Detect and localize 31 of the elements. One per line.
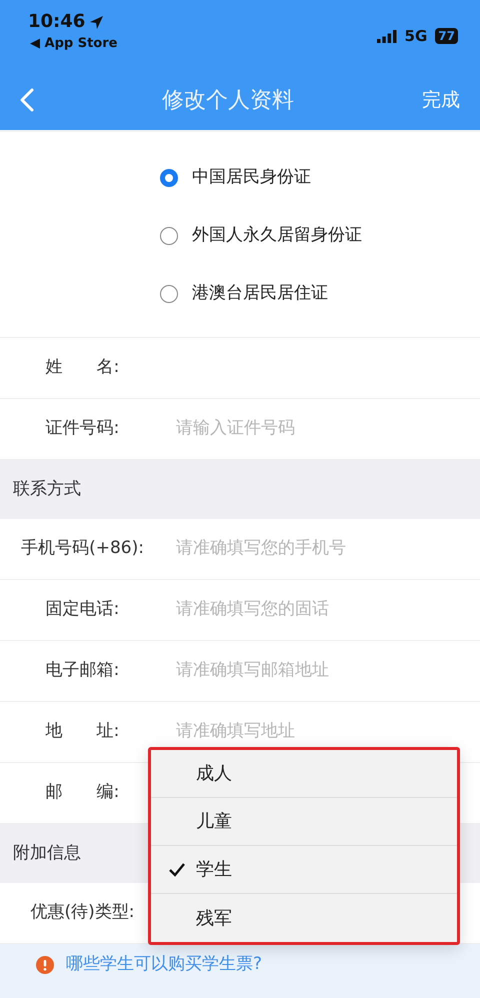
input-field[interactable]: 请准确填写地址 (176, 719, 466, 745)
menu-option[interactable]: 成人 (151, 750, 457, 798)
page-title: 修改个人资料 (162, 86, 294, 114)
field-label: 邮 编: (44, 781, 120, 804)
field-label: 固定电话: (44, 598, 120, 622)
field-label: 电子邮箱: (44, 659, 120, 682)
status-time: 10:46 (28, 10, 86, 34)
menu-option[interactable]: 残军 (151, 894, 457, 942)
location-icon (89, 14, 104, 30)
field-label: 姓 名: (44, 356, 120, 380)
field-label: 优惠(待)类型: (30, 901, 136, 924)
menu-option[interactable]: 儿童 (151, 798, 457, 846)
radio-option[interactable]: 中国居民身份证 (160, 149, 311, 207)
check-icon (168, 862, 186, 878)
battery-icon: 77 (435, 28, 458, 44)
field-label: 手机号码(+86): (20, 537, 145, 560)
back-icon[interactable] (20, 88, 34, 112)
menu-option[interactable]: 学生 (151, 846, 457, 894)
input-field[interactable]: 请准确填写您的手机号 (176, 536, 466, 562)
back-to-app-link[interactable]: ◀ App Store (14, 34, 118, 54)
input-field[interactable]: 请准确填写您的固话 (176, 597, 466, 623)
radio-option[interactable]: 外国人永久居留身份证 (160, 207, 362, 265)
signal-icon (376, 30, 397, 42)
field-label: 证件号码: (44, 417, 120, 440)
warning-icon (36, 956, 54, 974)
network-label: 5G (404, 26, 428, 47)
section-header: 联系方式 (0, 460, 480, 519)
field-label: 地 址: (44, 720, 120, 744)
input-field[interactable]: 请输入证件号码 (176, 416, 466, 442)
input-field[interactable]: 请准确填写邮箱地址 (176, 658, 466, 684)
radio-option[interactable]: 港澳台居民居住证 (160, 265, 328, 323)
